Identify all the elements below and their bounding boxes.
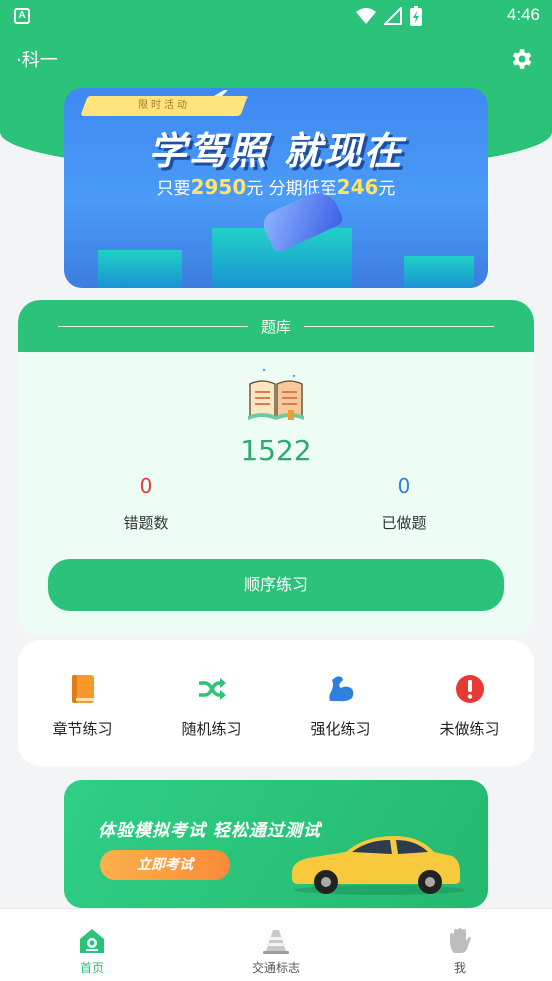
- start-exam-button[interactable]: 立即考试: [100, 850, 230, 880]
- shuffle-icon: [199, 678, 226, 700]
- nav-me[interactable]: 我: [368, 909, 552, 981]
- intensive-practice-item[interactable]: 强化练习: [276, 640, 405, 766]
- chapter-practice-item[interactable]: 章节练习: [18, 640, 147, 766]
- promo-banner[interactable]: 限时活动 学驾照 就现在 只要2950元 分期低至246元: [64, 88, 488, 288]
- banner-platform-right: [404, 256, 474, 288]
- mock-exam-banner[interactable]: 体验模拟考试 轻松通过测试 立即考试: [64, 780, 488, 908]
- promo-subtitle: 只要2950元 分期低至246元: [64, 174, 488, 199]
- wrong-count[interactable]: 0: [86, 474, 206, 498]
- divider-right: [304, 326, 494, 327]
- status-icons: [356, 6, 422, 26]
- subject-selector[interactable]: ·科一: [16, 46, 58, 72]
- done-label[interactable]: 已做题: [344, 512, 464, 533]
- promo-installment: 246: [336, 175, 379, 199]
- nav-home[interactable]: 首页: [0, 909, 184, 981]
- hand-icon: [450, 928, 471, 953]
- banner-platform-left: [98, 250, 182, 288]
- chapter-practice-label: 章节练习: [52, 720, 113, 738]
- wrong-label[interactable]: 错题数: [86, 512, 206, 533]
- promo-price: 2950: [190, 175, 247, 199]
- intensive-practice-label: 强化练习: [310, 720, 371, 738]
- open-book-icon: [248, 368, 304, 420]
- alert-icon: [456, 675, 484, 703]
- practice-modes-card: 章节练习 随机练习 强化练习 未做练习: [18, 640, 534, 766]
- question-total: 1522: [240, 434, 312, 467]
- nav-traffic-signs-label: 交通标志: [251, 961, 300, 975]
- bottom-navigation: 首页 交通标志 我: [0, 908, 552, 981]
- battery-icon: [410, 6, 422, 26]
- gear-icon[interactable]: [508, 46, 534, 72]
- nav-home-label: 首页: [79, 961, 104, 975]
- status-bar: A 4:46: [0, 0, 552, 32]
- promo-sub-prefix: 只要: [156, 179, 191, 199]
- book-icon: [72, 675, 94, 703]
- nav-me-label: 我: [453, 961, 466, 975]
- random-practice-label: 随机练习: [181, 720, 242, 738]
- home-icon: [80, 929, 104, 953]
- random-practice-item[interactable]: 随机练习: [147, 640, 276, 766]
- undone-practice-item[interactable]: 未做练习: [405, 640, 534, 766]
- nav-traffic-signs[interactable]: 交通标志: [184, 909, 368, 981]
- promo-headline: 学驾照 就现在: [148, 129, 404, 173]
- promo-sub-suffix: 元: [378, 179, 396, 199]
- traffic-cone-icon: [263, 930, 289, 954]
- undone-practice-label: 未做练习: [439, 720, 500, 738]
- question-bank-card: 题库 1522 0 错题数 0 已做题 顺序练习: [18, 300, 534, 636]
- done-count[interactable]: 0: [344, 474, 464, 498]
- ribbon-label: 限时活动: [138, 100, 190, 111]
- signal-icon: [384, 7, 402, 25]
- app-indicator-icon: A: [14, 8, 30, 24]
- wifi-icon: [356, 8, 376, 24]
- question-bank-header: 题库: [18, 300, 534, 352]
- clock: 4:46: [506, 5, 540, 24]
- limited-offer-ribbon: 限时活动: [80, 96, 248, 116]
- muscle-icon: [329, 676, 354, 702]
- sequential-practice-button[interactable]: 顺序练习: [48, 559, 504, 611]
- yellow-car-illustration: [292, 836, 464, 895]
